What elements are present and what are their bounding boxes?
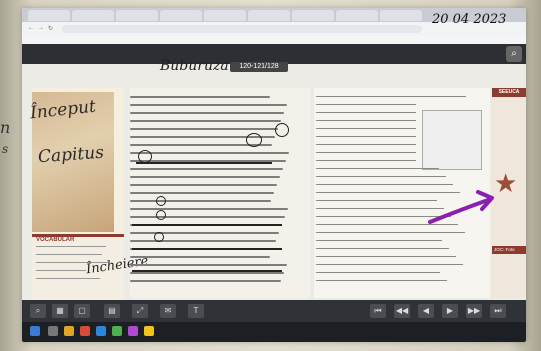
purple-arrow [428,190,494,224]
wall-marking: n [0,118,11,137]
wall-marking: s [2,142,9,156]
